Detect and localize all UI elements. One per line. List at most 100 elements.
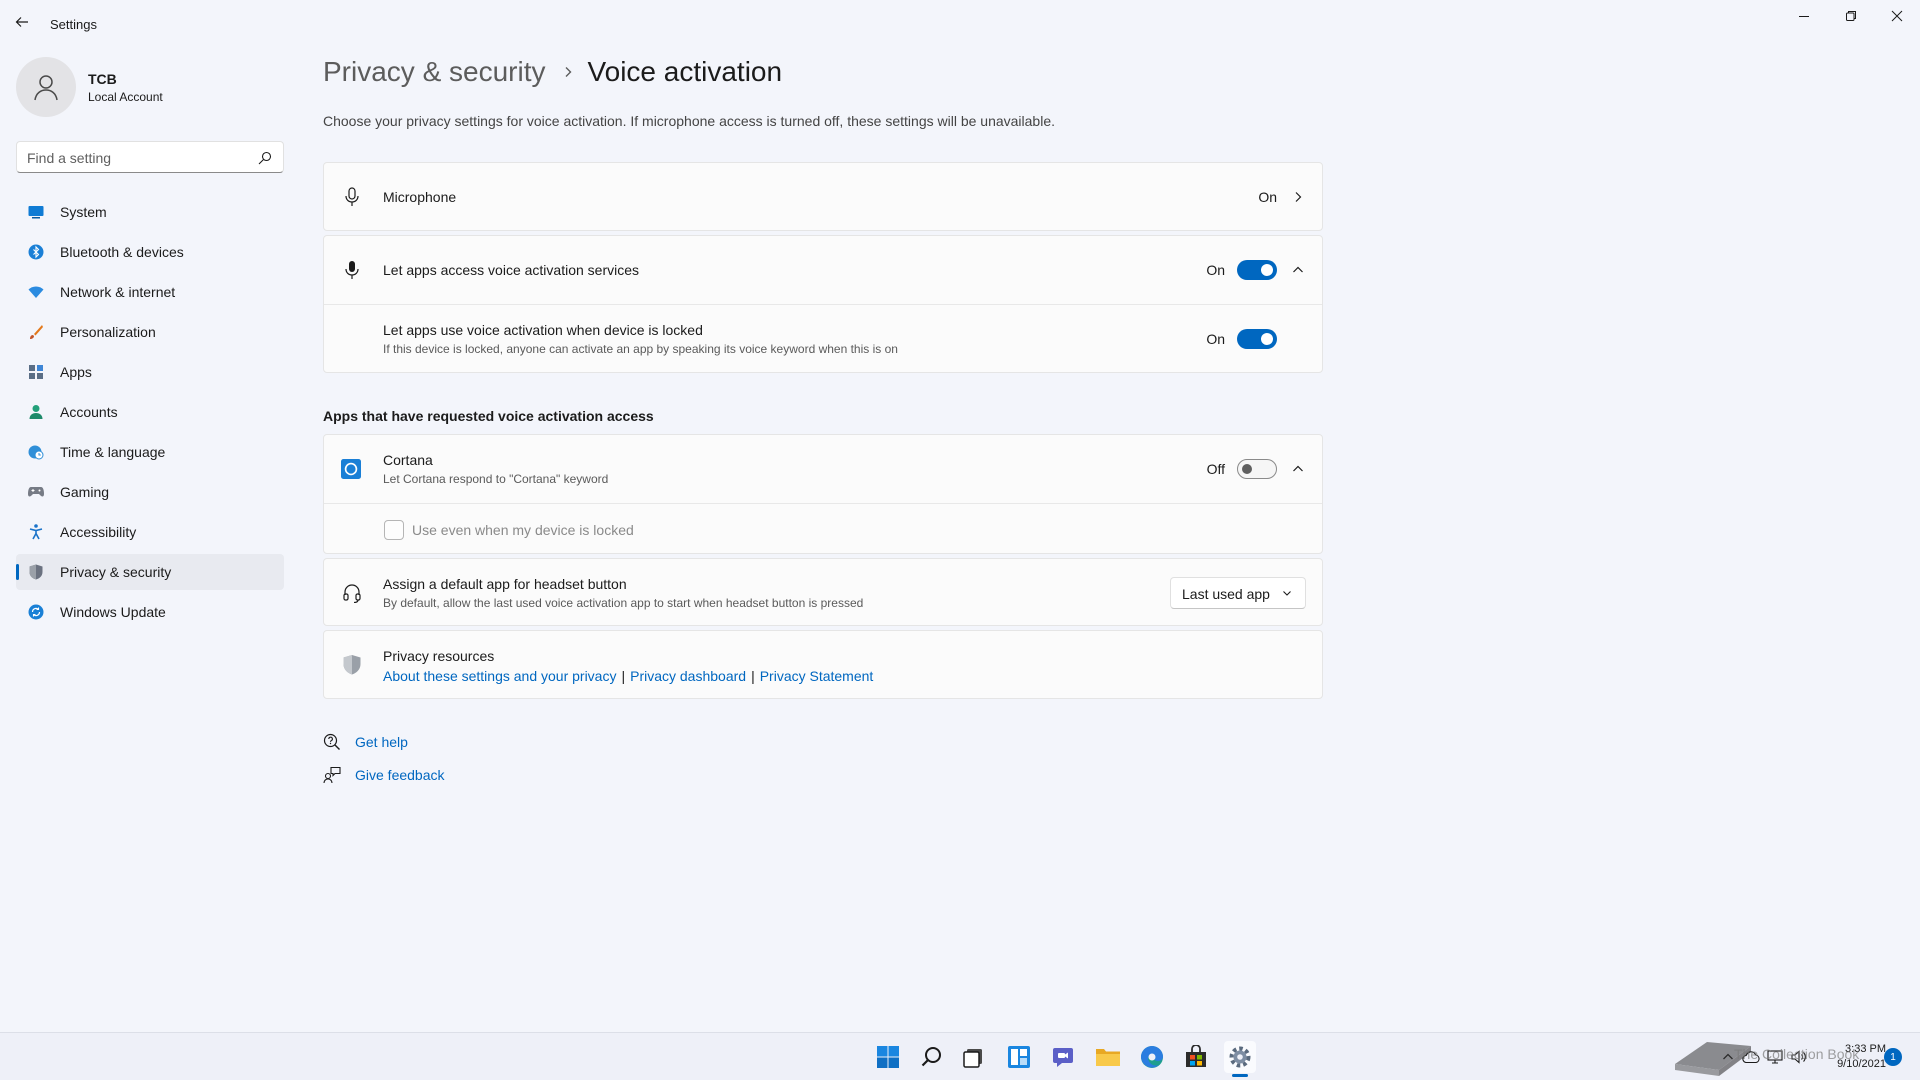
- taskbar: 3:33 PM 9/10/2021 1: [0, 1032, 1920, 1080]
- chat-icon: [1053, 1048, 1073, 1067]
- chevron-up-icon[interactable]: [1290, 262, 1306, 278]
- voice-locked-state: On: [1206, 331, 1225, 347]
- breadcrumb-parent[interactable]: Privacy & security: [323, 56, 546, 88]
- globe-clock-icon: [28, 444, 44, 460]
- shield-icon: [342, 655, 362, 675]
- minimize-button[interactable]: [1784, 4, 1824, 28]
- section-heading-apps: Apps that have requested voice activatio…: [323, 408, 654, 424]
- feedback-icon: [323, 766, 341, 784]
- minimize-icon: [1799, 16, 1809, 17]
- cortana-description: Let Cortana respond to "Cortana" keyword: [383, 472, 609, 486]
- headset-app-dropdown[interactable]: Last used app: [1170, 577, 1306, 609]
- sidebar-item-accounts[interactable]: Accounts: [16, 394, 284, 430]
- give-feedback-link[interactable]: Give feedback: [323, 766, 445, 784]
- voice-access-state: On: [1206, 262, 1225, 278]
- privacy-resources-row: Privacy resources About these settings a…: [324, 631, 1322, 699]
- page-description: Choose your privacy settings for voice a…: [323, 113, 1056, 129]
- update-icon: [28, 604, 44, 620]
- profile-name: TCB: [88, 71, 117, 87]
- voice-locked-toggle[interactable]: [1237, 329, 1277, 349]
- voice-locked-description: If this device is locked, anyone can act…: [383, 342, 898, 356]
- breadcrumb: Privacy & security Voice activation: [323, 56, 782, 88]
- widgets-button[interactable]: [1003, 1041, 1035, 1073]
- monitor-icon: [28, 204, 44, 220]
- watermark-text: The Collection Book: [1734, 1046, 1860, 1062]
- store-button[interactable]: [1180, 1041, 1212, 1073]
- sidebar-item-windows-update[interactable]: Windows Update: [16, 594, 284, 630]
- gamepad-icon: [28, 484, 44, 500]
- link-privacy-dashboard[interactable]: Privacy dashboard: [630, 668, 746, 684]
- microphone-card[interactable]: Microphone On: [323, 162, 1323, 231]
- cortana-locked-checkbox[interactable]: [384, 520, 404, 540]
- page-title: Voice activation: [587, 56, 783, 87]
- folder-icon: [1096, 1049, 1120, 1066]
- task-view-button[interactable]: [958, 1041, 990, 1073]
- file-explorer-button[interactable]: [1092, 1041, 1124, 1073]
- microphone-icon: [342, 187, 362, 207]
- cortana-toggle[interactable]: [1237, 459, 1277, 479]
- task-view-icon: [963, 1049, 982, 1068]
- title-bar: Settings: [0, 0, 1920, 48]
- edge-button[interactable]: [1136, 1041, 1168, 1073]
- search-icon: [921, 1047, 941, 1067]
- taskbar-search-button[interactable]: [916, 1041, 948, 1073]
- chat-button[interactable]: [1047, 1041, 1079, 1073]
- sidebar-item-time-language[interactable]: Time & language: [16, 434, 284, 470]
- back-arrow-icon: [15, 17, 28, 27]
- microphone-label: Microphone: [383, 189, 457, 205]
- get-help-link[interactable]: Get help: [323, 733, 408, 751]
- voice-locked-row: Let apps use voice activation when devic…: [324, 304, 1322, 373]
- headset-label: Assign a default app for headset button: [383, 576, 627, 592]
- chevron-right-icon: [562, 66, 574, 78]
- profile-account-type: Local Account: [88, 90, 163, 104]
- link-separator: |: [751, 668, 755, 684]
- link-privacy-statement[interactable]: Privacy Statement: [760, 668, 874, 684]
- cortana-app-icon: [341, 459, 361, 479]
- app-title: Settings: [50, 17, 97, 32]
- privacy-resources-label: Privacy resources: [383, 648, 495, 664]
- cortana-locked-label: Use even when my device is locked: [412, 522, 634, 538]
- restore-button[interactable]: [1831, 4, 1871, 28]
- avatar: [16, 57, 76, 117]
- microphone-state: On: [1258, 189, 1277, 205]
- user-profile[interactable]: TCB Local Account: [16, 57, 276, 117]
- search-icon[interactable]: [257, 150, 273, 166]
- cortana-label: Cortana: [383, 452, 433, 468]
- chevron-up-icon[interactable]: [1290, 461, 1306, 477]
- search-input[interactable]: [27, 148, 247, 168]
- headset-card: Assign a default app for headset button …: [323, 558, 1323, 626]
- headset-row: Assign a default app for headset button …: [324, 559, 1322, 627]
- store-icon: [1186, 1045, 1206, 1067]
- chevron-right-icon: [1290, 189, 1306, 205]
- link-about-settings[interactable]: About these settings and your privacy: [383, 668, 616, 684]
- sidebar-nav: System Bluetooth & devices Network & int…: [16, 194, 284, 634]
- active-app-indicator: [1232, 1074, 1248, 1077]
- gear-icon: [1229, 1046, 1251, 1068]
- sidebar-item-personalization[interactable]: Personalization: [16, 314, 284, 350]
- brush-icon: [28, 324, 44, 340]
- back-button[interactable]: [14, 14, 34, 34]
- voice-access-toggle[interactable]: [1237, 260, 1277, 280]
- sidebar-item-privacy-security[interactable]: Privacy & security: [16, 554, 284, 590]
- sidebar-item-bluetooth[interactable]: Bluetooth & devices: [16, 234, 284, 270]
- close-button[interactable]: [1877, 4, 1917, 28]
- sidebar-item-apps[interactable]: Apps: [16, 354, 284, 390]
- voice-activation-card: Let apps access voice activation service…: [323, 235, 1323, 373]
- person-icon: [28, 404, 44, 420]
- apps-icon: [28, 364, 44, 380]
- start-button[interactable]: [872, 1041, 904, 1073]
- wifi-icon: [28, 284, 44, 300]
- privacy-links: About these settings and your privacy | …: [383, 668, 873, 684]
- search-box: [16, 141, 284, 173]
- settings-taskbar-button[interactable]: [1224, 1041, 1256, 1073]
- sidebar-item-gaming[interactable]: Gaming: [16, 474, 284, 510]
- sidebar-item-accessibility[interactable]: Accessibility: [16, 514, 284, 550]
- shield-icon: [28, 564, 44, 580]
- help-icon: [323, 733, 341, 751]
- microphone-row[interactable]: Microphone On: [324, 163, 1322, 231]
- sidebar-item-network[interactable]: Network & internet: [16, 274, 284, 310]
- notification-badge[interactable]: 1: [1884, 1048, 1902, 1066]
- link-separator: |: [621, 668, 626, 684]
- voice-access-label: Let apps access voice activation service…: [383, 262, 640, 278]
- sidebar-item-system[interactable]: System: [16, 194, 284, 230]
